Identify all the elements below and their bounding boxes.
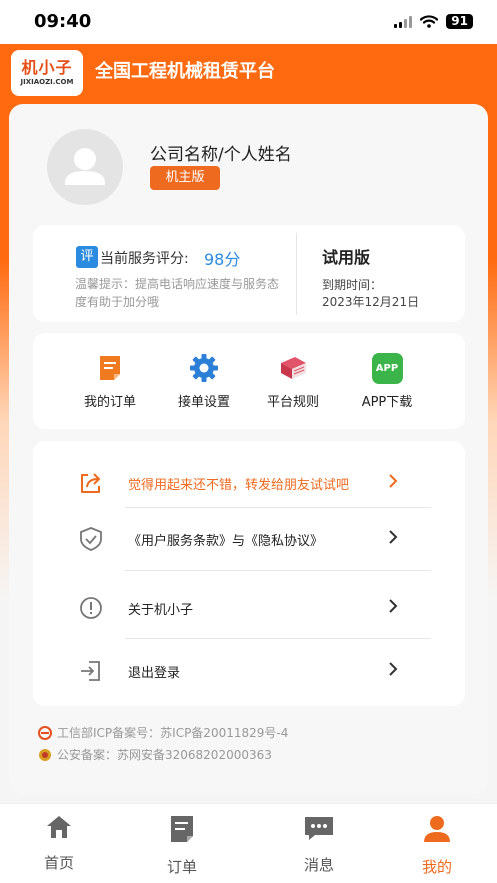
wifi-icon [420,15,439,28]
app-header: 机小子 JIXIAOZI.COM 全国工程机械租赁平台 [0,44,497,100]
page-title: 全国工程机械租赁平台 [95,61,275,82]
plan-title: 试用版 [322,248,371,267]
battery-indicator: 91 [446,14,473,29]
menu-item-settings[interactable]: 接单设置 [159,351,249,415]
status-time: 09:40 [34,11,92,32]
list-item-about[interactable]: 关于机小子 [33,577,465,637]
logo-text: 机小子 [21,58,73,77]
logout-icon [81,661,100,681]
tab-bar: 首页 订单 消息 我的 [0,803,497,883]
user-icon [424,816,450,842]
menu-label-orders: 我的订单 [83,395,136,410]
menu-label-settings: 接单设置 [177,395,230,410]
icp-e-icon [38,725,52,740]
share-text: 觉得用起来还不错，转发给朋友试试吧 [128,478,350,493]
app-icon: APP [371,352,403,384]
logo-subtext: JIXIAOZI.COM [20,78,74,86]
chevron-right-icon [389,599,398,613]
chevron-right-icon [389,530,398,544]
tab-home[interactable]: 首页 [14,814,104,873]
tab-label-home: 首页 [43,854,74,872]
settings-list: 觉得用起来还不错，转发给朋友试试吧 《用户服务条款》与《隐私协议》 关于机小子 [33,441,465,706]
app-logo: 机小子 JIXIAOZI.COM [11,50,83,96]
list-item-terms[interactable]: 《用户服务条款》与《隐私协议》 [33,508,465,568]
shield-icon [80,527,102,551]
divider [296,233,297,315]
order-icon [100,356,120,380]
tab-label-mine: 我的 [421,858,452,876]
list-item-logout[interactable]: 退出登录 [33,640,465,700]
version-badge: 机主版 [150,166,220,190]
signal-icon [394,15,413,28]
police-badge-icon [39,748,51,761]
expire-date: 2023年12月21日 [322,295,420,309]
status-bar: 09:40 91 [0,0,497,44]
status-icons: 91 [394,14,473,29]
menu-label-rules: 平台规则 [266,395,319,410]
chevron-right-icon [389,662,398,676]
icp-record: 工信部ICP备案号：苏ICP备20011829号-4 [38,724,288,741]
expire-label: 到期时间： [322,278,383,292]
tab-messages[interactable]: 消息 [274,814,364,875]
police-text: 公安备案：苏网安备32068202000363 [57,748,272,762]
user-placeholder-icon [65,148,105,185]
avatar[interactable] [47,129,123,205]
menu-label-app-download: APP下载 [361,395,413,410]
score-label: 当前服务评分: [100,251,189,267]
profile-name: 公司名称/个人姓名 [150,145,292,165]
menu-item-rules[interactable]: 平台规则 [248,351,338,415]
score-value: 98分 [204,250,241,269]
list-divider [125,570,431,571]
order-tab-icon [171,816,193,842]
score-card: 评 当前服务评分: 98分 温馨提示：提高电话响应速度与服务态度有助于加分哦 试… [33,225,465,322]
menu-item-orders[interactable]: 我的订单 [65,351,155,415]
list-item-share[interactable]: 觉得用起来还不错，转发给朋友试试吧 [33,452,465,512]
tab-mine[interactable]: 我的 [392,814,482,877]
menu-item-app-download[interactable]: APP APP下载 [342,351,432,415]
info-icon [80,597,102,619]
logout-text: 退出登录 [128,666,181,681]
book-icon [281,357,306,379]
quick-menu: 我的订单 接单设置 平台规则 APP APP下载 [33,333,465,429]
tab-orders[interactable]: 订单 [137,814,227,877]
score-tip: 温馨提示：提高电话响应速度与服务态度有助于加分哦 [75,277,280,309]
list-divider [125,638,431,639]
about-text: 关于机小子 [128,603,194,618]
tab-label-orders: 订单 [166,858,197,876]
icp-text: 工信部ICP备案号：苏ICP备20011829号-4 [57,726,289,740]
terms-text: 《用户服务条款》与《隐私协议》 [128,534,324,549]
score-badge-icon: 评 [76,246,98,268]
share-icon [81,473,100,493]
tab-label-messages: 消息 [303,856,334,874]
home-icon [47,816,71,838]
chevron-right-icon [389,474,398,488]
police-record: 公安备案：苏网安备32068202000363 [38,746,272,763]
gear-icon [190,354,218,382]
message-icon [305,817,333,840]
